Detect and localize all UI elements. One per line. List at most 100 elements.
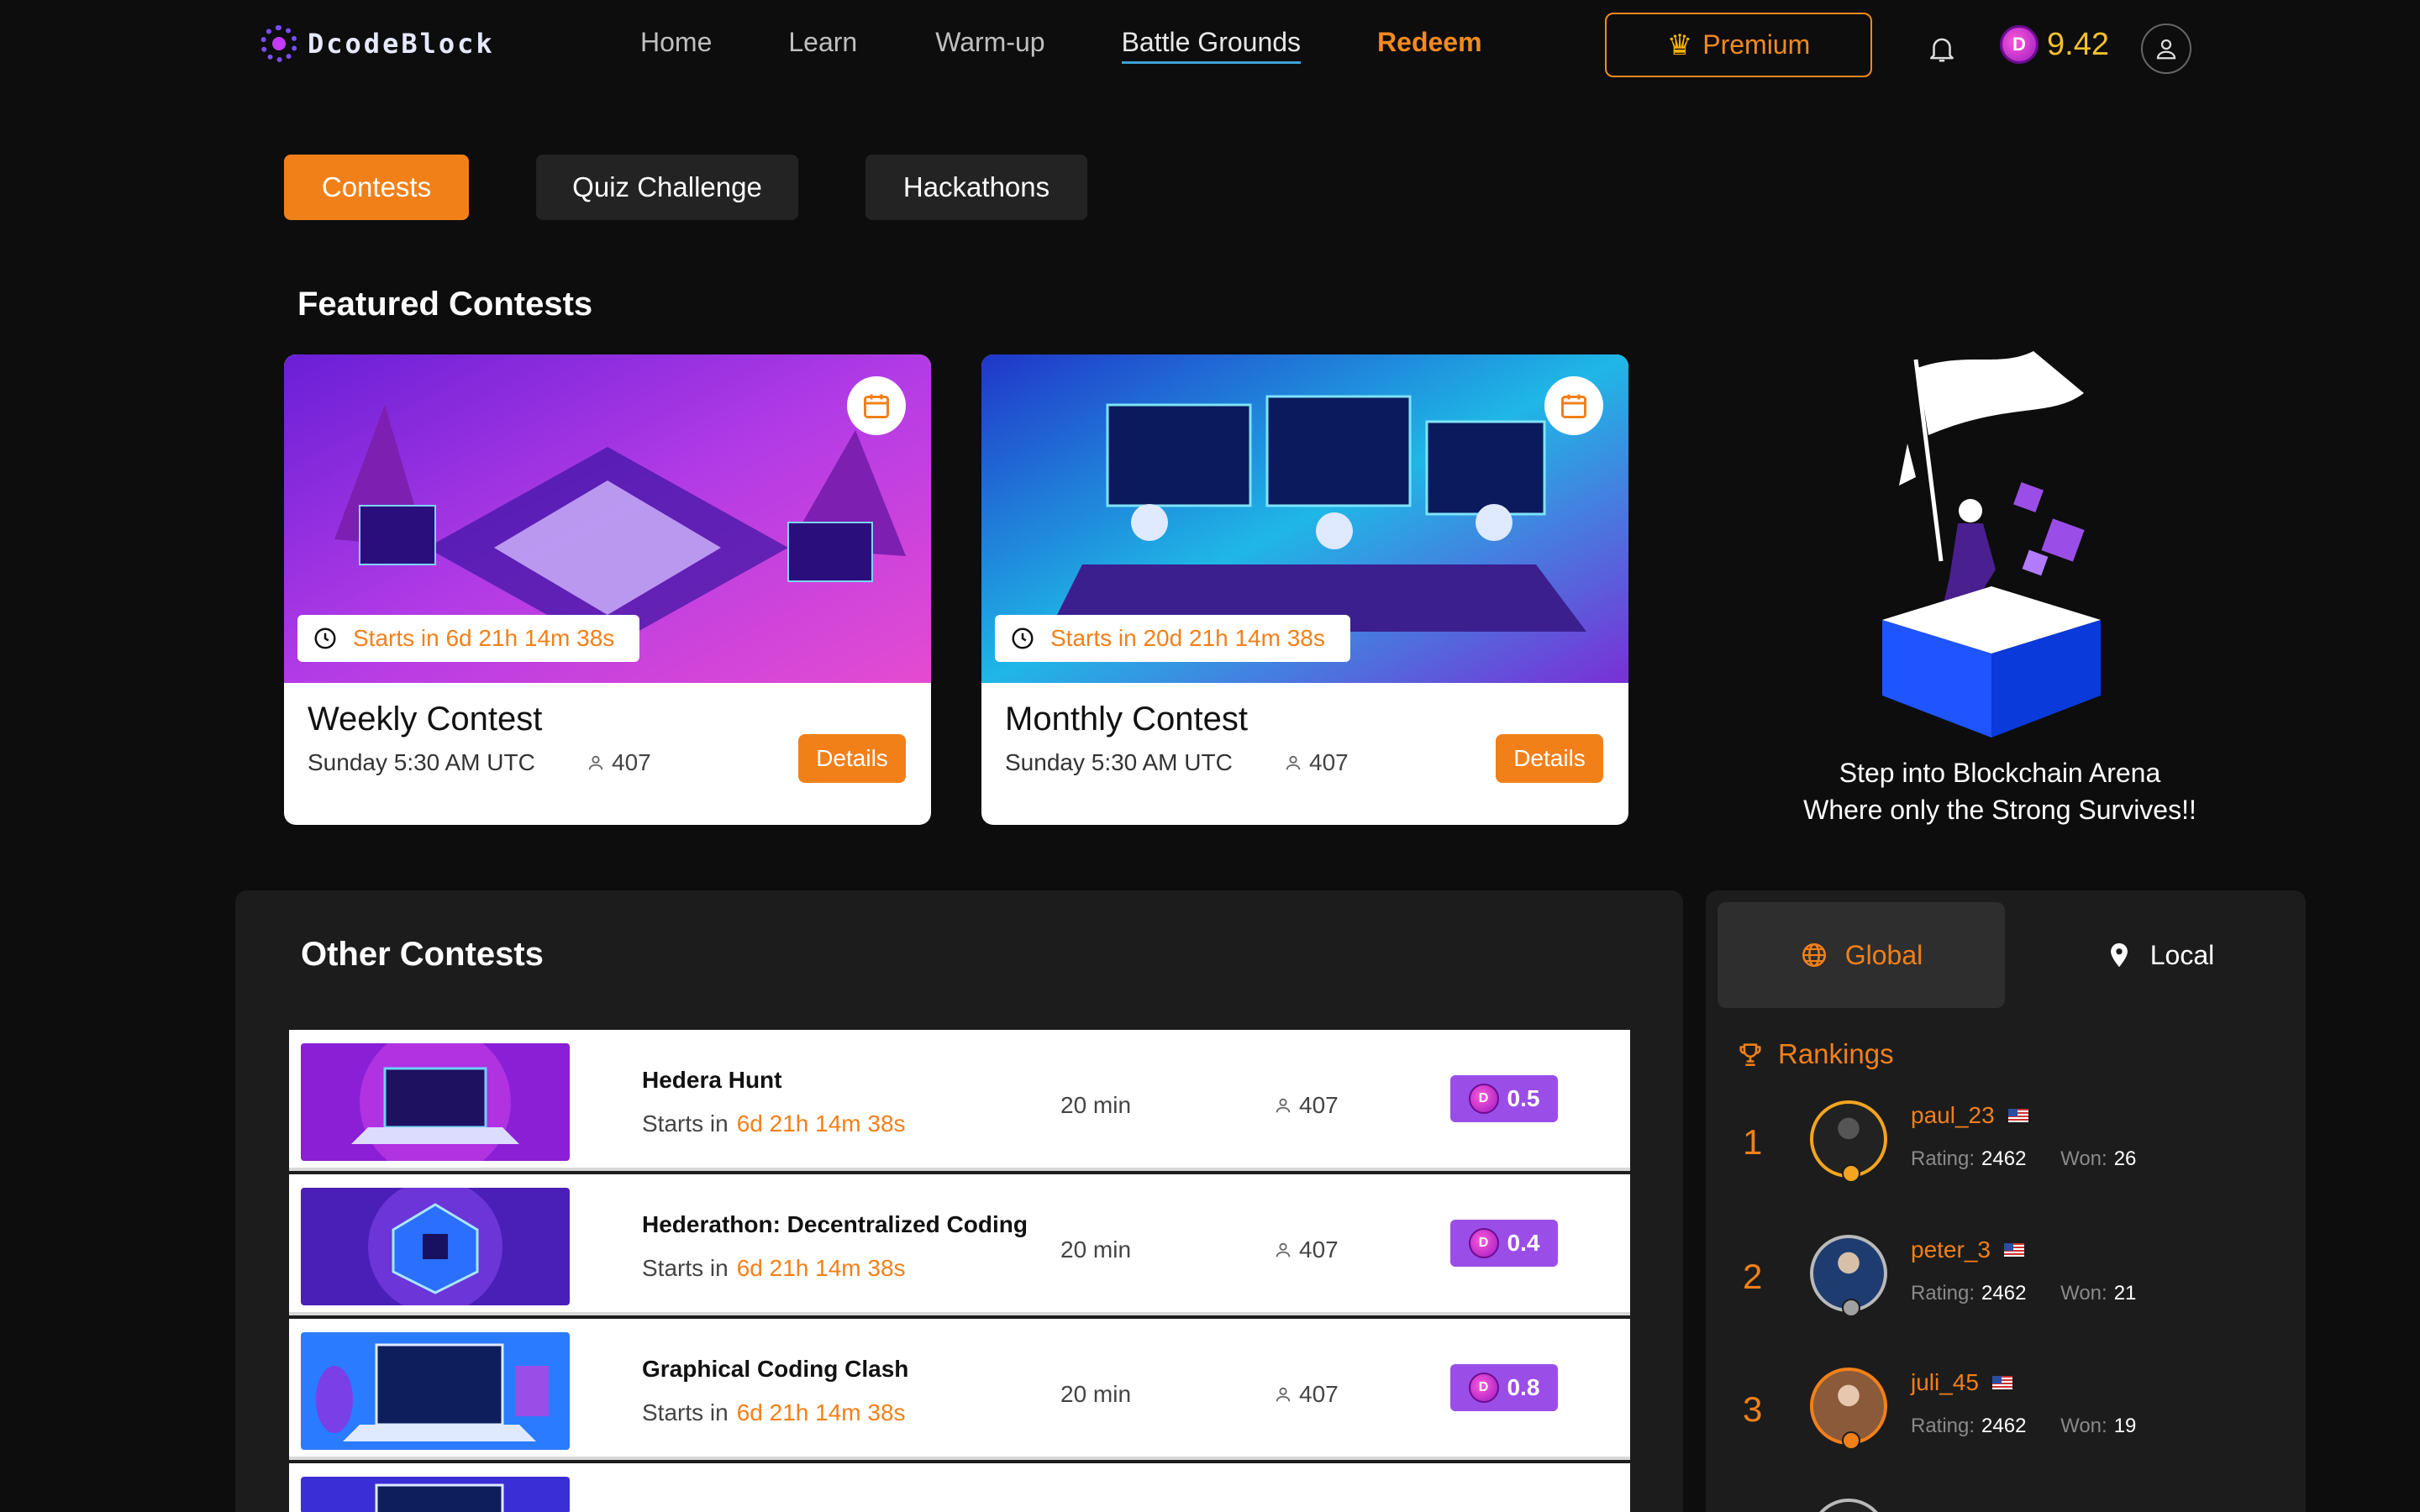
rating-value: 2462: [1981, 1282, 2027, 1305]
rankings-header: Rankings: [1736, 1038, 1894, 1070]
contest-starts: Starts in 6d 21h 14m 38s: [642, 1110, 906, 1137]
coin-icon: D: [1468, 1373, 1499, 1403]
ranking-row-partial[interactable]: [1731, 1495, 2286, 1512]
player-stats: Rating: 2462 Won: 21: [1911, 1282, 2136, 1305]
bronze-medal-icon: [1842, 1431, 1860, 1450]
us-flag-icon: [1991, 1376, 2012, 1389]
starts-label: Starts in: [642, 1399, 729, 1425]
details-button[interactable]: Details: [798, 734, 906, 783]
premium-button[interactable]: ♛ Premium: [1605, 13, 1872, 77]
tab-hackathons[interactable]: Hackathons: [865, 155, 1087, 220]
profile-button[interactable]: [2141, 24, 2191, 74]
contest-thumbnail: [301, 1332, 570, 1450]
countdown-text: Starts in 6d 21h 14m 38s: [353, 625, 615, 651]
location-pin-icon: [2110, 942, 2128, 968]
avatar: [1810, 1368, 1887, 1450]
us-flag-icon: [2007, 1109, 2028, 1122]
contest-duration: 20 min: [1060, 1381, 1132, 1407]
won-label: Won:: [2060, 1282, 2107, 1305]
rating-label: Rating:: [1911, 1415, 1975, 1437]
calendar-icon: [1561, 394, 1586, 418]
contest-row[interactable]: Hederathon: Decentralized Coding Starts …: [289, 1174, 1630, 1315]
scope-local-tab[interactable]: Local: [2017, 902, 2302, 1008]
brand-logo[interactable]: DcodeBlock: [260, 25, 495, 62]
rank-number: 2: [1743, 1257, 1763, 1296]
reward-badge: D 0.4: [1450, 1220, 1558, 1267]
nav-redeem[interactable]: Redeem: [1377, 27, 1482, 64]
reward-value: 0.8: [1507, 1374, 1540, 1400]
clock-icon: [314, 627, 336, 649]
user-icon: [1276, 1242, 1291, 1257]
calendar-button[interactable]: [1544, 376, 1603, 435]
calendar-button[interactable]: [847, 376, 906, 435]
details-button[interactable]: Details: [1496, 734, 1603, 783]
us-flag-icon: [2003, 1243, 2024, 1257]
won-value: 21: [2113, 1282, 2137, 1305]
reward-badge: D 0.8: [1450, 1364, 1558, 1411]
contest-starts: Starts in 6d 21h 14m 38s: [642, 1255, 906, 1282]
contest-row[interactable]: Hedera Hunt Starts in 6d 21h 14m 38s 20 m…: [289, 1030, 1630, 1171]
coin-balance[interactable]: D 9.42: [2000, 25, 2109, 64]
reward-value: 0.4: [1507, 1230, 1540, 1256]
player-name: paul_23: [1911, 1102, 1995, 1128]
player-name: peter_3: [1911, 1236, 1991, 1263]
participant-count-value: 407: [1299, 1381, 1339, 1407]
hero-line-1: Step into Blockchain Arena: [1839, 758, 2161, 788]
player-name-wrap: juli_45: [1911, 1369, 2012, 1396]
won-label: Won:: [2060, 1415, 2107, 1437]
crown-icon: ♛: [1666, 29, 1693, 61]
participant-count-value: 407: [1299, 1092, 1339, 1118]
logo-icon: [260, 25, 297, 62]
coin-icon: D: [1468, 1084, 1499, 1114]
participant-count: 407: [1284, 749, 1349, 776]
nav-warm-up[interactable]: Warm-up: [935, 27, 1044, 64]
ranking-row[interactable]: 2 peter_3 Rating: 2462 Won: 21: [1731, 1231, 2286, 1324]
tab-contests[interactable]: Contests: [284, 155, 469, 220]
countdown-text: Starts in 20d 21h 14m 38s: [1050, 625, 1325, 651]
contest-schedule: Sunday 5:30 AM UTC: [1005, 749, 1233, 775]
countdown-pill: Starts in 6d 21h 14m 38s: [297, 615, 640, 662]
battle-grounds-page: DcodeBlock Home Learn Warm-up Battle Gro…: [0, 0, 2420, 1512]
nav-learn[interactable]: Learn: [788, 27, 857, 64]
bell-icon[interactable]: [1926, 32, 1958, 66]
scope-global-tab[interactable]: Global: [1718, 902, 2005, 1008]
participant-count: 407: [1274, 1381, 1339, 1408]
contest-duration: 20 min: [1060, 1092, 1132, 1118]
tab-quiz-challenge[interactable]: Quiz Challenge: [536, 155, 798, 220]
contest-thumbnail: [301, 1477, 570, 1512]
avatar: [1810, 1499, 1887, 1512]
ranking-row[interactable]: 3 juli_45 Rating: 2462 Won: 19: [1731, 1364, 2286, 1457]
reward-badge: D 0.5: [1450, 1075, 1558, 1122]
won-value: 19: [2113, 1415, 2137, 1437]
featured-card-weekly[interactable]: Starts in 6d 21h 14m 38s Weekly Contest …: [284, 354, 931, 825]
contest-row-partial[interactable]: [289, 1463, 1630, 1512]
main-nav: Home Learn Warm-up Battle Grounds Redeem: [640, 27, 1482, 64]
calendar-icon: [864, 394, 889, 418]
featured-card-monthly[interactable]: Starts in 20d 21h 14m 38s Monthly Contes…: [981, 354, 1628, 825]
player-stats: Rating: 2462 Won: 19: [1911, 1415, 2136, 1438]
reward-value: 0.5: [1507, 1085, 1540, 1111]
countdown-pill: Starts in 20d 21h 14m 38s: [995, 615, 1350, 662]
starts-label: Starts in: [642, 1110, 729, 1137]
rank-number: 3: [1743, 1389, 1763, 1429]
hero-line-2: Where only the Strong Survives!!: [1803, 795, 2196, 825]
starts-countdown: 6d 21h 14m 38s: [736, 1399, 906, 1425]
ranking-row[interactable]: 1 paul_23 Rating: 2462 Won: 26: [1731, 1097, 2286, 1189]
nav-battle-grounds[interactable]: Battle Grounds: [1121, 27, 1302, 64]
participant-count-value: 407: [1299, 1236, 1339, 1263]
nav-home[interactable]: Home: [640, 27, 712, 64]
rating-value: 2462: [1981, 1415, 2027, 1437]
contest-row[interactable]: Graphical Coding Clash Starts in 6d 21h 1…: [289, 1319, 1630, 1460]
player-name: juli_45: [1911, 1369, 1979, 1395]
hero-tagline: Step into Blockchain Arena Where only th…: [1765, 754, 2235, 828]
starts-countdown: 6d 21h 14m 38s: [736, 1255, 906, 1281]
contest-title: Monthly Contest: [1005, 701, 1249, 738]
other-contests-title: Other Contests: [301, 936, 544, 973]
brand-name: DcodeBlock: [308, 28, 495, 60]
participant-count-value: 407: [612, 749, 651, 775]
user-icon: [588, 755, 603, 770]
contest-starts: Starts in 6d 21h 14m 38s: [642, 1399, 906, 1426]
contest-title: Weekly Contest: [308, 701, 543, 738]
featured-title: Featured Contests: [297, 286, 593, 323]
participant-count: 407: [1274, 1236, 1339, 1263]
